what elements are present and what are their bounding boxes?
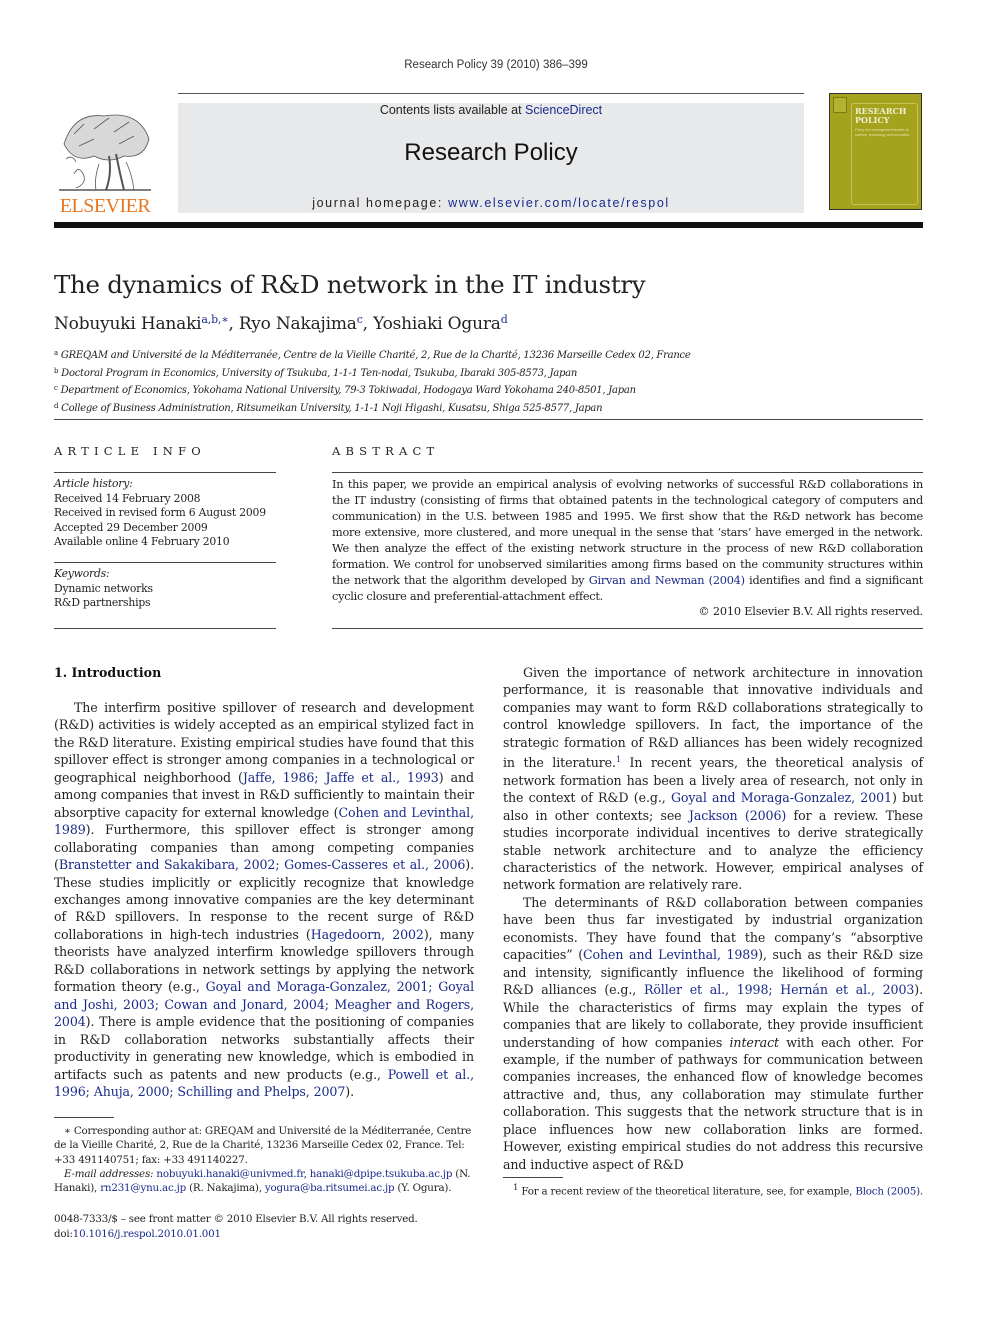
- divider: [332, 628, 923, 629]
- keywords: Keywords: Dynamic networks R&D partnersh…: [54, 567, 276, 611]
- header-thick-rule: [54, 222, 923, 228]
- journal-homepage: journal homepage: www.elsevier.com/locat…: [178, 196, 804, 210]
- front-matter: 0048-7333/$ – see front matter © 2010 El…: [54, 1212, 418, 1241]
- affiliation: c Department of Economics, Yokohama Nati…: [54, 384, 636, 397]
- affiliations: a GREQAM and Université de la Méditerran…: [54, 346, 691, 416]
- journal-name: Research Policy: [404, 139, 578, 166]
- footnote-rule: [503, 1177, 563, 1178]
- author-list: Nobuyuki Hanakia,b,∗, Ryo Nakajimac, Yos…: [54, 313, 508, 334]
- email-label: E-mail addresses:: [64, 1167, 154, 1180]
- corresponding-author-footnote: ∗ Corresponding author at: GREQAM and Un…: [54, 1124, 474, 1195]
- citation-link[interactable]: Powell et al., 1996; Ahuja, 2000; Schill…: [54, 1067, 474, 1099]
- abstract-copyright: © 2010 Elsevier B.V. All rights reserved…: [698, 605, 923, 618]
- author-affil-mark[interactable]: a,b,∗: [201, 313, 228, 326]
- divider: [54, 628, 276, 629]
- section-heading-introduction: 1. Introduction: [54, 665, 162, 680]
- cover-title: RESEARCH POLICY: [855, 106, 907, 125]
- history-item: Accepted 29 December 2009: [54, 520, 208, 534]
- divider: [54, 562, 276, 563]
- citation-link[interactable]: Jaffe, 1986; Jaffe et al., 1993: [243, 770, 439, 785]
- doi-line: doi:10.1016/j.respol.2010.01.001: [54, 1227, 221, 1240]
- citation-link[interactable]: Bloch (2005): [855, 1185, 920, 1197]
- history-item: Received 14 February 2008: [54, 491, 201, 505]
- footnote-1: 1 For a recent review of the theoretical…: [513, 1183, 923, 1198]
- running-head: Research Policy 39 (2010) 386–399: [404, 59, 588, 71]
- keywords-label: Keywords:: [54, 567, 110, 580]
- citation-link[interactable]: Goyal and Moraga-Gonzalez, 2001; Goyal a…: [54, 979, 474, 1029]
- homepage-link[interactable]: www.elsevier.com/locate/respol: [448, 196, 670, 210]
- citation-link[interactable]: Cohen and Levinthal, 1989: [583, 947, 758, 962]
- body-column-right: Given the importance of network architec…: [503, 664, 923, 1173]
- citation-link[interactable]: Jackson (2006): [689, 808, 786, 823]
- citation-link[interactable]: rn231@ynu.ac.jp: [100, 1182, 186, 1194]
- author-affil-mark[interactable]: d: [501, 313, 508, 326]
- author-name: Nobuyuki Hanaki: [54, 314, 202, 334]
- doi-link[interactable]: 10.1016/j.respol.2010.01.001: [73, 1228, 221, 1240]
- article-history: Article history: Received 14 February 20…: [54, 477, 276, 550]
- citation-link[interactable]: Cohen and Levinthal, 1989: [54, 805, 474, 837]
- citation-link[interactable]: Röller et al., 1998; Hernán et al., 2003: [644, 982, 914, 997]
- footnote-ref[interactable]: 1: [616, 755, 621, 764]
- divider: [54, 472, 276, 473]
- cover-subtitle: Policy and management studies of science…: [855, 128, 910, 137]
- corresponding-note: ∗ Corresponding author at: GREQAM and Un…: [54, 1125, 472, 1166]
- affiliation: d College of Business Administration, Ri…: [54, 401, 603, 414]
- divider: [54, 419, 923, 420]
- citation-link[interactable]: Hagedoorn, 2002: [311, 927, 424, 942]
- article-info-heading: ARTICLE INFO: [54, 444, 206, 458]
- issn-line: 0048-7333/$ – see front matter © 2010 El…: [54, 1213, 418, 1225]
- homepage-prefix: journal homepage:: [312, 196, 449, 210]
- paragraph: The interfirm positive spillover of rese…: [54, 700, 474, 1099]
- divider: [332, 472, 923, 473]
- emphasis: interact: [729, 1034, 780, 1050]
- footnote-rule: [54, 1117, 114, 1118]
- body-column-left: The interfirm positive spillover of rese…: [54, 699, 474, 1100]
- abstract-text: In this paper, we provide an empirical a…: [332, 478, 924, 603]
- citation-link[interactable]: Goyal and Moraga-Gonzalez, 2001: [671, 790, 892, 805]
- contents-line: Contents lists available at ScienceDirec…: [178, 103, 804, 117]
- keyword: R&D partnerships: [54, 596, 151, 610]
- citation-link[interactable]: Branstetter and Sakakibara, 2002; Gomes-…: [59, 857, 466, 872]
- author-name: Yoshiaki Ogura: [373, 314, 501, 334]
- abstract-heading: ABSTRACT: [332, 444, 440, 458]
- history-item: Received in revised form 6 August 2009: [54, 506, 266, 520]
- paragraph: Given the importance of network architec…: [503, 665, 924, 893]
- elsevier-logo-text: ELSEVIER: [59, 195, 151, 217]
- sciencedirect-link[interactable]: ScienceDirect: [525, 103, 602, 117]
- article-title: The dynamics of R&D network in the IT in…: [54, 270, 646, 299]
- citation-link[interactable]: yogura@ba.ritsumei.ac.jp: [265, 1182, 395, 1194]
- citation-link[interactable]: nobuyuki.hanaki@univmed.fr: [156, 1168, 303, 1180]
- history-item: Available online 4 February 2010: [54, 535, 230, 549]
- history-label: Article history:: [54, 477, 133, 490]
- elsevier-badge-icon: [833, 97, 847, 113]
- header-rule: [178, 93, 804, 94]
- author-name: Ryo Nakajima: [238, 314, 357, 334]
- citation-link[interactable]: hanaki@dpipe.tsukuba.ac.jp: [310, 1168, 453, 1180]
- contents-prefix: Contents lists available at: [379, 103, 526, 117]
- paragraph: The determinants of R&D collaboration be…: [503, 894, 924, 1172]
- affiliation: b Doctoral Program in Economics, Univers…: [54, 366, 578, 379]
- citation-link[interactable]: Girvan and Newman (2004): [589, 574, 745, 587]
- email-addresses: E-mail addresses: nobuyuki.hanaki@univme…: [54, 1167, 471, 1195]
- keyword: Dynamic networks: [54, 581, 153, 595]
- affiliation: a GREQAM and Université de la Méditerran…: [54, 349, 691, 361]
